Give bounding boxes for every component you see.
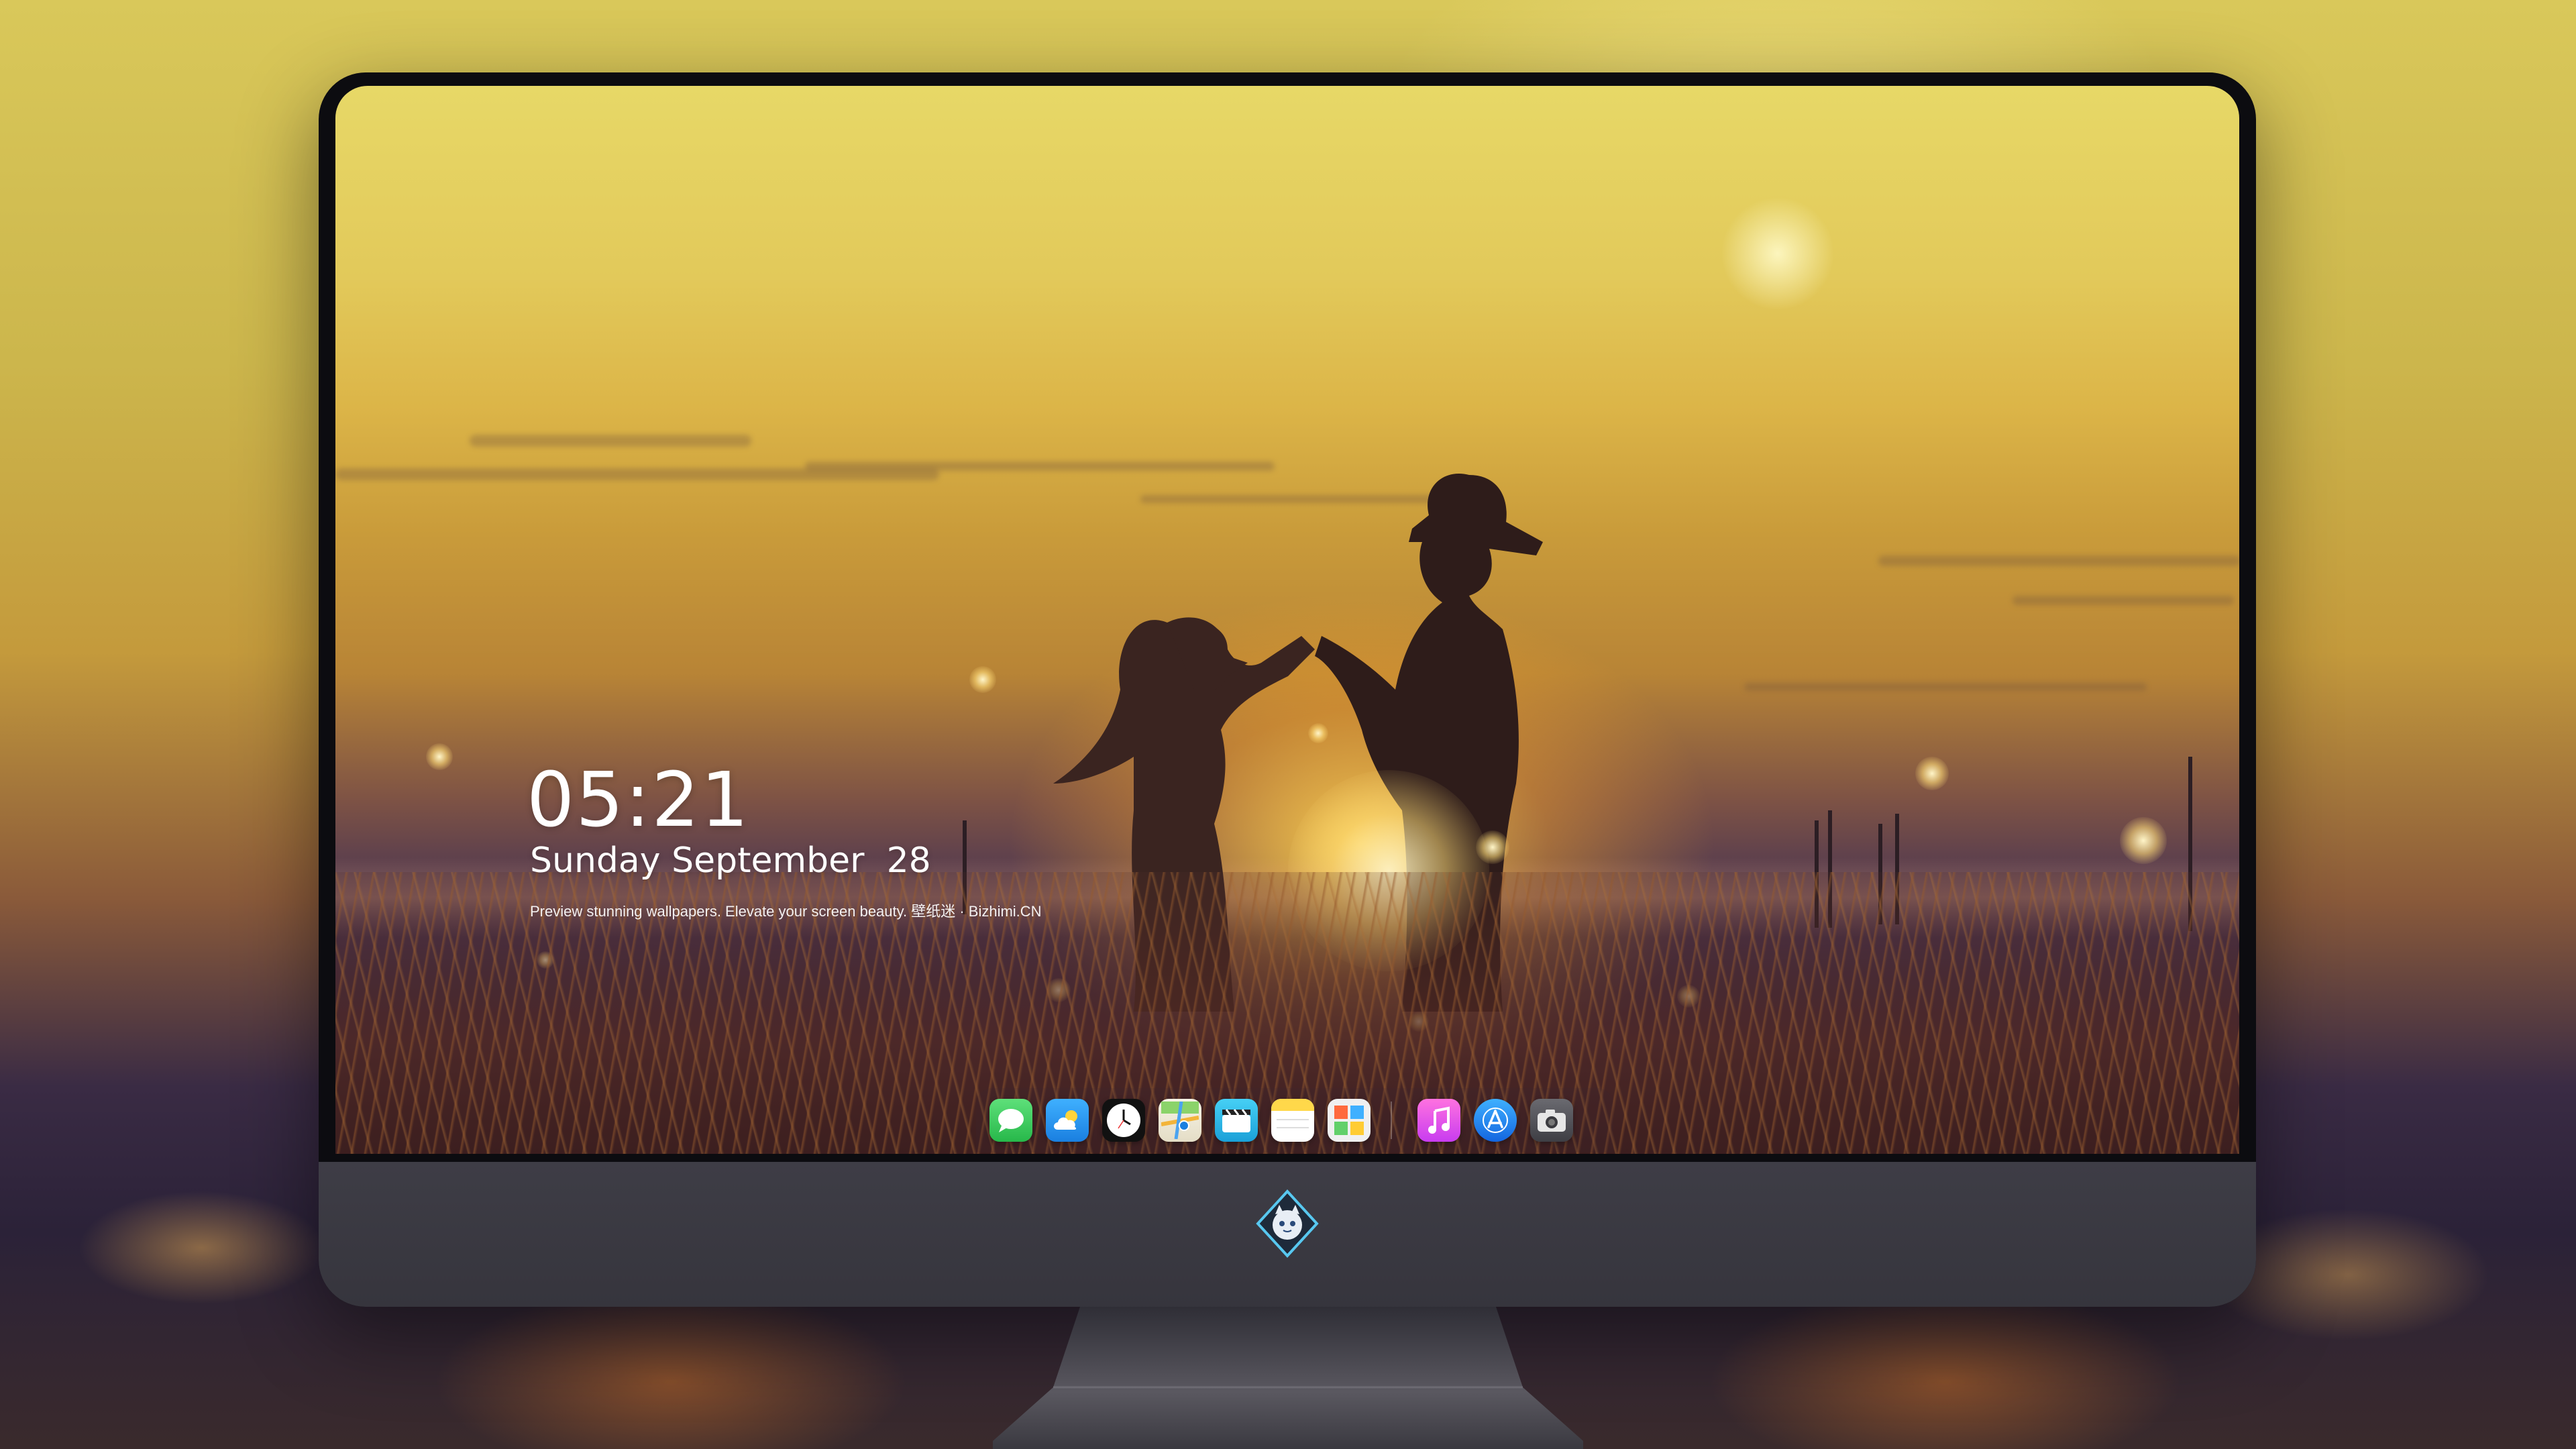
sparkle	[1308, 723, 1328, 743]
sparkle	[969, 666, 996, 693]
monitor: 05:21 Sunday September 28 Preview stunni…	[319, 72, 2256, 1307]
lockscreen-time: 05:21	[527, 757, 750, 844]
messages-icon[interactable]	[989, 1099, 1032, 1142]
sparkle	[2120, 817, 2167, 864]
maps-icon[interactable]	[1159, 1099, 1201, 1142]
sparkle	[1915, 757, 1949, 790]
sparkle	[426, 743, 453, 770]
sparkle	[1476, 830, 1509, 864]
clock-icon[interactable]	[1102, 1099, 1145, 1142]
cloud	[470, 435, 751, 447]
app-store-icon[interactable]	[1474, 1099, 1517, 1142]
wallpaper-caption: Preview stunning wallpapers. Elevate you…	[530, 903, 1042, 920]
music-icon[interactable]	[1417, 1099, 1460, 1142]
clips-icon[interactable]	[1215, 1099, 1258, 1142]
photo-booth-icon[interactable]	[1328, 1099, 1371, 1142]
monitor-stand	[993, 1307, 1583, 1449]
lockscreen-date: Sunday September 28	[530, 841, 931, 881]
dock-separator	[1391, 1102, 1392, 1139]
cloud	[1744, 683, 2147, 691]
cloud	[2012, 596, 2234, 605]
camera-icon[interactable]	[1530, 1099, 1573, 1142]
weather-icon[interactable]	[1046, 1099, 1089, 1142]
notes-icon[interactable]	[1271, 1099, 1314, 1142]
dock	[976, 1088, 1613, 1152]
cloud	[1878, 555, 2239, 566]
brand-logo-icon	[1256, 1189, 1319, 1258]
screen-wallpaper: 05:21 Sunday September 28 Preview stunni…	[335, 86, 2239, 1154]
monitor-chin	[319, 1162, 2256, 1307]
